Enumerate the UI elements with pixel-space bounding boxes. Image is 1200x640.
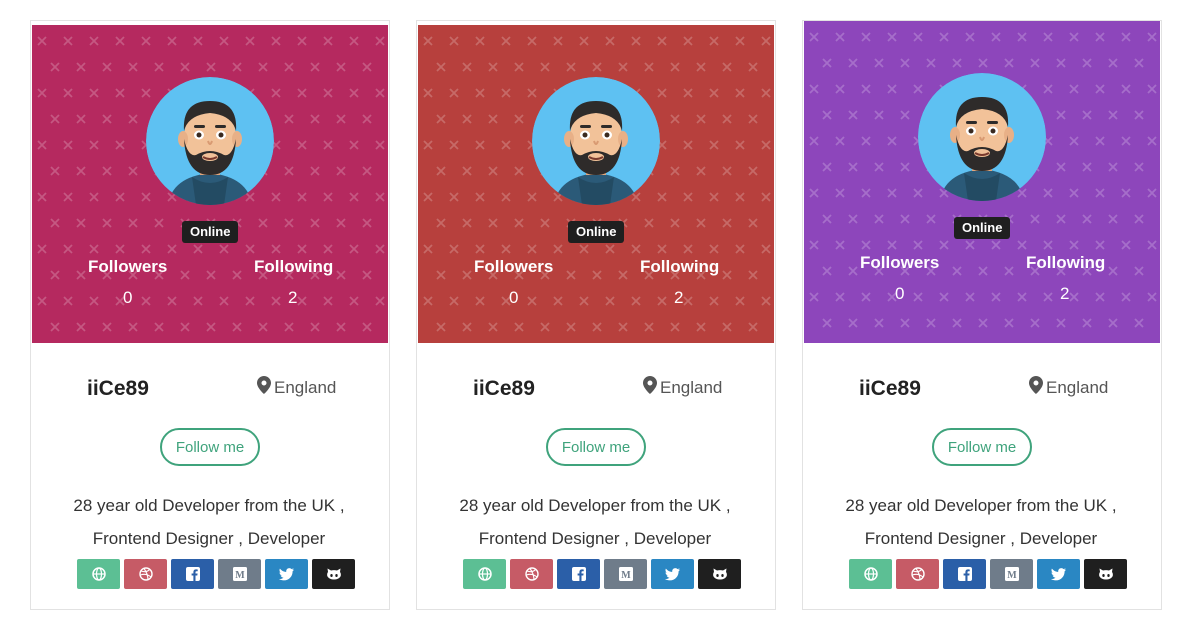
medium-icon: M — [232, 567, 247, 581]
username: iiCe89 — [87, 377, 149, 400]
bio-line: 28 year old Developer from the UK , — [73, 496, 345, 515]
facebook-icon — [957, 567, 972, 581]
facebook-button[interactable] — [943, 559, 986, 589]
followers-count[interactable]: 0 — [509, 288, 518, 308]
github-icon — [1098, 568, 1114, 580]
profile-card: Online Followers 0 Following 2 iiCe89 En… — [802, 20, 1162, 610]
social-links: M — [77, 559, 355, 589]
bio: 28 year old Developer from the UK , Fron… — [31, 489, 387, 555]
globe-button[interactable] — [463, 559, 506, 589]
github-icon — [712, 568, 728, 580]
avatar[interactable] — [532, 77, 660, 205]
medium-button[interactable]: M — [990, 559, 1033, 589]
twitter-icon — [279, 567, 294, 581]
medium-icon: M — [1004, 567, 1019, 581]
location: England — [1029, 376, 1108, 399]
followers-label: Followers — [860, 253, 940, 272]
followers-label: Followers — [474, 257, 554, 276]
following-label: Following — [1026, 253, 1106, 272]
bio-line: 28 year old Developer from the UK , — [459, 496, 731, 515]
followers-label: Followers — [88, 257, 168, 276]
location-text: England — [1046, 377, 1109, 397]
globe-button[interactable] — [849, 559, 892, 589]
location: England — [257, 376, 336, 399]
facebook-icon — [571, 567, 586, 581]
bio: 28 year old Developer from the UK , Fron… — [417, 489, 773, 555]
twitter-icon — [665, 567, 680, 581]
map-marker-icon — [1029, 376, 1043, 399]
svg-text:M: M — [1007, 570, 1017, 581]
bio: 28 year old Developer from the UK , Fron… — [803, 489, 1159, 555]
profile-banner: Online Followers 0 Following 2 — [32, 25, 388, 343]
followers-count[interactable]: 0 — [895, 284, 904, 304]
facebook-icon — [185, 567, 200, 581]
twitter-button[interactable] — [1037, 559, 1080, 589]
map-marker-icon — [643, 376, 657, 399]
dribbble-button[interactable] — [510, 559, 553, 589]
status-badge: Online — [568, 221, 625, 243]
follow-button[interactable]: Follow me — [546, 428, 646, 466]
github-button[interactable] — [698, 559, 741, 589]
location-text: England — [660, 377, 723, 397]
twitter-icon — [1051, 567, 1066, 581]
bio-line: Frontend Designer , Developer — [92, 529, 326, 548]
username: iiCe89 — [473, 377, 535, 400]
avatar-illustration — [146, 77, 274, 205]
map-marker-icon — [257, 376, 271, 399]
facebook-button[interactable] — [171, 559, 214, 589]
followers-count[interactable]: 0 — [123, 288, 132, 308]
facebook-button[interactable] — [557, 559, 600, 589]
github-icon — [326, 568, 342, 580]
dribbble-icon — [524, 567, 539, 581]
following-label: Following — [640, 257, 720, 276]
twitter-button[interactable] — [265, 559, 308, 589]
profile-banner: Online Followers 0 Following 2 — [804, 21, 1160, 343]
social-links: M — [849, 559, 1127, 589]
globe-button[interactable] — [77, 559, 120, 589]
follow-button[interactable]: Follow me — [160, 428, 260, 466]
github-button[interactable] — [1084, 559, 1127, 589]
github-button[interactable] — [312, 559, 355, 589]
profile-card: Online Followers 0 Following 2 iiCe89 En… — [30, 20, 390, 610]
bio-line: Frontend Designer , Developer — [478, 529, 712, 548]
avatar-illustration — [532, 77, 660, 205]
globe-icon — [91, 567, 106, 581]
profile-card: Online Followers 0 Following 2 iiCe89 En… — [416, 20, 776, 610]
following-count[interactable]: 2 — [288, 288, 297, 308]
social-links: M — [463, 559, 741, 589]
dribbble-button[interactable] — [124, 559, 167, 589]
svg-text:M: M — [621, 570, 631, 581]
medium-button[interactable]: M — [218, 559, 261, 589]
username: iiCe89 — [859, 377, 921, 400]
status-badge: Online — [182, 221, 239, 243]
globe-icon — [477, 567, 492, 581]
profile-banner: Online Followers 0 Following 2 — [418, 25, 774, 343]
avatar-illustration — [918, 73, 1046, 201]
medium-icon: M — [618, 567, 633, 581]
status-badge: Online — [954, 217, 1011, 239]
dribbble-button[interactable] — [896, 559, 939, 589]
dribbble-icon — [910, 567, 925, 581]
following-count[interactable]: 2 — [1060, 284, 1069, 304]
avatar[interactable] — [918, 73, 1046, 201]
location: England — [643, 376, 722, 399]
location-text: England — [274, 377, 337, 397]
medium-button[interactable]: M — [604, 559, 647, 589]
avatar[interactable] — [146, 77, 274, 205]
bio-line: 28 year old Developer from the UK , — [845, 496, 1117, 515]
dribbble-icon — [138, 567, 153, 581]
globe-icon — [863, 567, 878, 581]
bio-line: Frontend Designer , Developer — [864, 529, 1098, 548]
following-count[interactable]: 2 — [674, 288, 683, 308]
follow-button[interactable]: Follow me — [932, 428, 1032, 466]
following-label: Following — [254, 257, 334, 276]
twitter-button[interactable] — [651, 559, 694, 589]
svg-text:M: M — [235, 570, 245, 581]
